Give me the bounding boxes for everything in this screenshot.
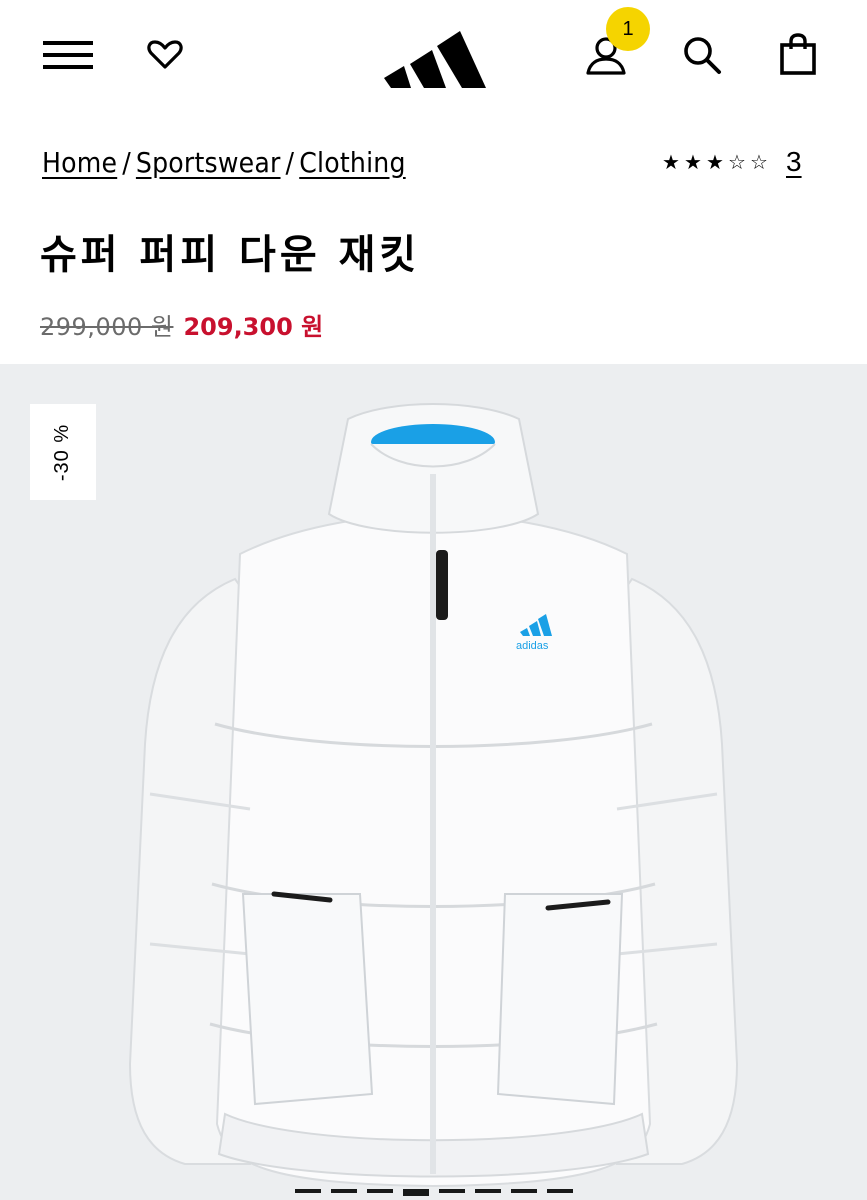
shopping-bag-icon[interactable]	[772, 28, 824, 80]
breadcrumb-clothing-link[interactable]: Clothing	[299, 146, 405, 179]
discount-badge: -30 %	[30, 404, 96, 500]
original-price: 299,000 원	[40, 312, 174, 341]
star-filled-icon: ★	[684, 150, 702, 174]
star-empty-icon: ☆	[728, 150, 746, 174]
pagination-dot-active[interactable]	[402, 1189, 429, 1196]
hamburger-menu-icon[interactable]	[40, 34, 96, 76]
breadcrumb: Home / Sportswear / Clothing	[42, 140, 406, 184]
breadcrumb-home-link[interactable]: Home	[42, 146, 117, 179]
discount-badge-text: -30 %	[51, 423, 74, 481]
svg-text:adidas: adidas	[516, 640, 549, 652]
site-header: 1	[0, 0, 867, 110]
sale-price: 209,300 원	[183, 312, 324, 341]
breadcrumb-sportswear-link[interactable]: Sportswear	[136, 146, 281, 179]
product-image: adidas	[128, 403, 739, 1188]
review-count-link[interactable]: 3	[786, 146, 802, 178]
pagination-dot[interactable]	[474, 1189, 501, 1193]
star-filled-icon: ★	[662, 150, 680, 174]
price-block: 299,000 원 209,300 원	[40, 304, 323, 344]
account-notification-badge: 1	[606, 7, 650, 51]
pagination-dot[interactable]	[294, 1189, 321, 1193]
pagination-dot[interactable]	[330, 1189, 357, 1193]
search-icon[interactable]	[676, 30, 728, 80]
star-filled-icon: ★	[706, 150, 724, 174]
pagination-dot[interactable]	[546, 1189, 573, 1193]
breadcrumb-separator: /	[122, 145, 131, 179]
pagination-dot[interactable]	[510, 1189, 537, 1193]
pagination-dot[interactable]	[438, 1189, 465, 1193]
gallery-pagination	[0, 1189, 867, 1196]
pagination-dot[interactable]	[366, 1189, 393, 1193]
breadcrumb-separator: /	[285, 145, 295, 179]
product-image-gallery[interactable]: adidas -30 %	[0, 364, 867, 1200]
heart-icon[interactable]	[140, 34, 190, 76]
product-title: 슈퍼 퍼피 다운 재킷	[40, 232, 421, 278]
product-rating[interactable]: ★ ★ ★ ☆ ☆ 3	[660, 142, 802, 182]
star-empty-icon: ☆	[750, 150, 768, 174]
adidas-logo[interactable]	[380, 20, 488, 90]
